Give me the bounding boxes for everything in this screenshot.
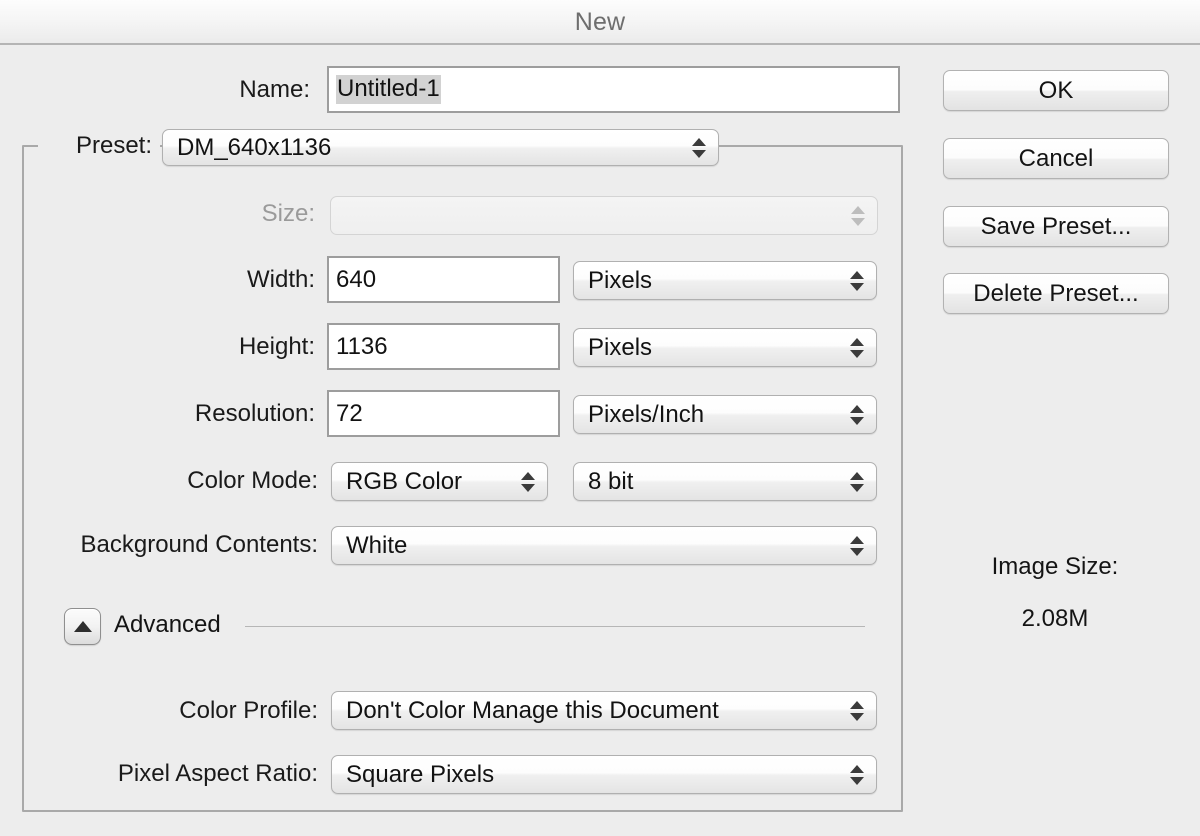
- dialog-titlebar[interactable]: New: [0, 0, 1200, 45]
- color-profile-value: Don't Color Manage this Document: [346, 696, 719, 724]
- stepper-arrows-icon[interactable]: [850, 762, 864, 788]
- height-input[interactable]: 1136: [327, 323, 560, 370]
- resolution-label: Resolution:: [194, 400, 315, 427]
- stepper-arrows-icon[interactable]: [850, 268, 864, 294]
- name-input-value: Untitled-1: [336, 75, 441, 104]
- pixel-aspect-ratio-value: Square Pixels: [346, 760, 495, 788]
- stepper-arrows-icon[interactable]: [521, 469, 535, 495]
- preset-label: Preset:: [75, 132, 152, 159]
- advanced-disclosure-button[interactable]: [64, 608, 101, 645]
- background-contents-select[interactable]: White: [331, 526, 877, 565]
- pixel-aspect-ratio-label: Pixel Aspect Ratio:: [117, 760, 318, 787]
- background-contents-value: White: [346, 531, 408, 559]
- size-label: Size:: [261, 200, 315, 227]
- resolution-unit-value: Pixels/Inch: [588, 400, 705, 428]
- preset-select[interactable]: DM_640x1136: [162, 129, 719, 166]
- stepper-arrows-icon[interactable]: [692, 135, 706, 161]
- color-mode-label: Color Mode:: [187, 467, 318, 494]
- stepper-arrows-icon[interactable]: [850, 533, 864, 559]
- triangle-up-icon: [73, 621, 92, 632]
- resolution-unit-select[interactable]: Pixels/Inch: [573, 395, 877, 434]
- color-mode-value: RGB Color: [346, 467, 463, 495]
- color-profile-label: Color Profile:: [179, 697, 318, 724]
- preset-select-value: DM_640x1136: [177, 133, 332, 161]
- width-input[interactable]: 640: [327, 256, 560, 303]
- resolution-input[interactable]: 72: [327, 390, 560, 437]
- stepper-arrows-icon[interactable]: [850, 402, 864, 428]
- new-document-dialog: New Name: Untitled-1 Preset: DM_640x1136…: [0, 0, 1200, 836]
- stepper-arrows-icon[interactable]: [850, 335, 864, 361]
- size-select: [330, 196, 878, 235]
- advanced-separator: [245, 626, 865, 627]
- stepper-arrows-icon: [851, 203, 865, 229]
- height-input-value: 1136: [336, 332, 388, 360]
- name-input[interactable]: Untitled-1: [327, 66, 900, 113]
- ok-button[interactable]: OK: [943, 70, 1169, 111]
- height-unit-select[interactable]: Pixels: [573, 328, 877, 367]
- height-unit-value: Pixels: [588, 333, 653, 361]
- width-input-value: 640: [336, 265, 377, 293]
- color-depth-value: 8 bit: [588, 467, 634, 495]
- width-unit-select[interactable]: Pixels: [573, 261, 877, 300]
- advanced-section-title: Advanced: [114, 611, 221, 638]
- resolution-input-value: 72: [336, 399, 363, 427]
- name-label: Name:: [239, 76, 310, 103]
- save-preset-button[interactable]: Save Preset...: [943, 206, 1169, 247]
- pixel-aspect-ratio-select[interactable]: Square Pixels: [331, 755, 877, 794]
- dialog-title: New: [574, 8, 626, 36]
- stepper-arrows-icon[interactable]: [850, 469, 864, 495]
- height-label: Height:: [238, 333, 315, 360]
- image-size-label: Image Size:: [991, 553, 1119, 580]
- width-label: Width:: [246, 266, 315, 293]
- stepper-arrows-icon[interactable]: [850, 698, 864, 724]
- cancel-button[interactable]: Cancel: [943, 138, 1169, 179]
- delete-preset-button[interactable]: Delete Preset...: [943, 273, 1169, 314]
- color-mode-select[interactable]: RGB Color: [331, 462, 548, 501]
- color-depth-select[interactable]: 8 bit: [573, 462, 877, 501]
- image-size-value: 2.08M: [1021, 605, 1089, 632]
- background-contents-label: Background Contents:: [80, 531, 318, 558]
- color-profile-select[interactable]: Don't Color Manage this Document: [331, 691, 877, 730]
- width-unit-value: Pixels: [588, 266, 653, 294]
